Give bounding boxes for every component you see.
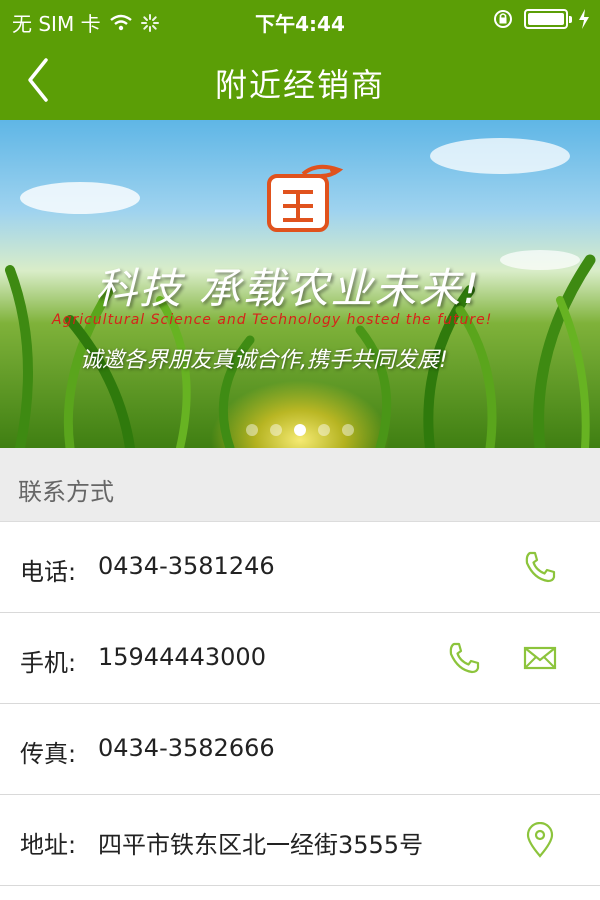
section-header: 联系方式 [0,448,600,522]
carousel-dot[interactable] [318,424,330,436]
carousel-pagination [0,424,600,436]
contact-label: 电话: [20,558,77,586]
brand-logo-icon [267,164,344,232]
carousel-dot[interactable] [246,424,258,436]
contact-list: 电话: 0434-3581246 手机: 15944443000 传真: 043… [0,522,600,886]
nav-bar: 附近经销商 [0,40,600,120]
contact-row-mobile: 手机: 15944443000 [0,613,600,704]
contact-label: 传真: [20,740,77,768]
phone-icon[interactable] [522,549,558,585]
carousel-dot[interactable] [342,424,354,436]
charging-icon [579,9,589,29]
banner-carousel[interactable]: 科技 承载农业未来! Agricultural Science and Tech… [0,120,600,448]
carousel-dot[interactable] [270,424,282,436]
contact-value: 15944443000 [98,643,266,671]
status-right [492,8,590,30]
status-bar: 无 SIM 卡 下午4:44 [0,0,600,40]
banner-english-slogan: Agricultural Science and Technology host… [52,312,493,328]
phone-icon[interactable] [446,640,482,676]
contact-label: 地址: [20,831,77,859]
orientation-lock-icon [494,10,512,28]
contact-value: 0434-3581246 [98,552,275,580]
contact-value: 0434-3582666 [98,734,275,762]
mail-icon[interactable] [522,640,558,676]
section-title: 联系方式 [18,478,114,506]
contact-label: 手机: [20,649,77,677]
location-pin-icon[interactable] [522,822,558,858]
contact-row-fax: 传真: 0434-3582666 [0,704,600,795]
carousel-dot-active[interactable] [294,424,306,436]
page-title: 附近经销商 [214,66,385,104]
battery-icon [524,9,572,29]
contact-value: 四平市铁东区北一经街3555号 [98,831,424,859]
banner-headline: 科技 承载农业未来! [95,264,482,313]
banner-subline: 诚邀各界朋友真诚合作,携手共同发展! [80,348,448,373]
contact-row-address: 地址: 四平市铁东区北一经街3555号 [0,795,600,886]
contact-row-phone: 电话: 0434-3581246 [0,522,600,613]
